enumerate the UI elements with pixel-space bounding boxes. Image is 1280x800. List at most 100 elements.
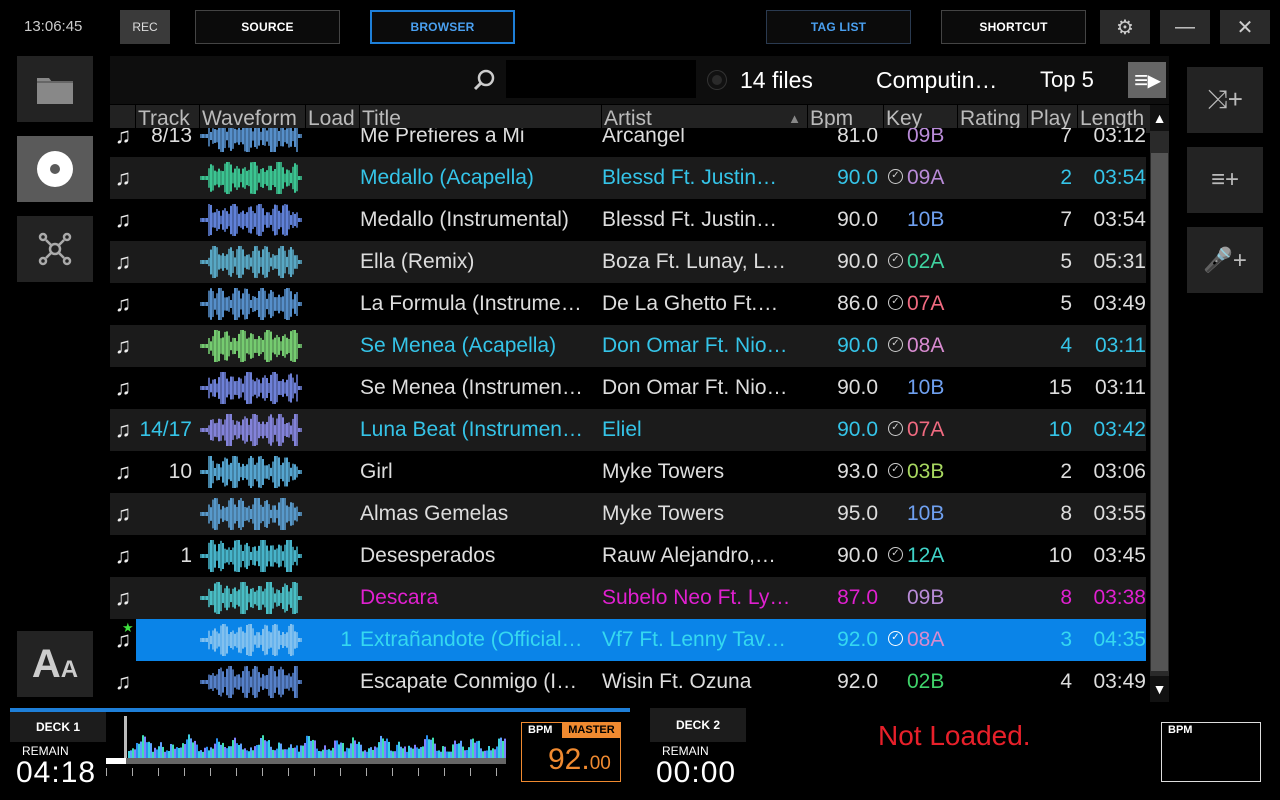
deck2-label[interactable]: DECK 2 [650,708,746,742]
shortcut-button[interactable]: SHORTCUT [941,10,1086,44]
track-length: 03:11 [1095,376,1146,399]
track-length: 03:49 [1093,292,1146,315]
browser-button[interactable]: BROWSER [370,10,515,44]
track-plays: 8 [1060,586,1072,609]
track-key: ✓ 08A [882,325,954,367]
track-plays: 7 [1060,208,1072,231]
waveform-thumbnail [200,623,302,657]
track-plays: 10 [1048,544,1072,567]
track-number [136,577,194,619]
waveform-thumbnail [200,245,302,279]
analyzed-check-icon: ✓ [888,169,903,185]
track-bpm: 95.0 [837,502,878,525]
track-rating [956,157,1026,199]
table-row[interactable]: ♫ Almas Gemelas Myke Towers 95.0 10B 8 03:55 [110,493,1146,535]
deck1-progress-bar[interactable] [106,758,506,764]
track-title: La Formula (Instrume… [360,292,582,315]
font-size-icon: AA [31,641,79,686]
search-icon[interactable] [472,68,496,92]
key-value: 02A [907,250,945,273]
track-length: 03:42 [1093,418,1146,441]
font-size-button[interactable]: AA [17,631,93,697]
track-key: 09B [882,577,954,619]
table-row[interactable]: ♫ Medallo (Acapella) Blessd Ft. Justin… 90.… [110,157,1146,199]
deck2-bpm-box: BPM [1161,722,1261,782]
track-artist: Boza Ft. Lunay, L… [602,250,787,273]
track-rating [956,493,1026,535]
track-rating [956,577,1026,619]
music-note-icon: ♫ [114,417,132,442]
load-indicator: 1 [340,628,352,651]
list-add-button[interactable]: ≡+ [1187,147,1263,213]
table-row[interactable]: ♫ La Formula (Instrume… De La Ghetto Ft.… 8… [110,283,1146,325]
track-number [136,325,194,367]
waveform-thumbnail [200,371,302,405]
track-plays: 7 [1060,128,1072,147]
table-row[interactable]: ♫ 10 Girl Myke Towers 93.0 ✓ 03B 2 03:06 [110,451,1146,493]
track-length: 03:54 [1093,208,1146,231]
record-dot-icon [708,71,726,89]
track-title: Desesperados [360,544,496,567]
track-bpm: 90.0 [837,376,878,399]
table-row[interactable]: ♫ 14/17 Luna Beat (Instrumen… Eliel 90.0 ✓ 07A… [110,409,1146,451]
track-title: Medallo (Instrumental) [360,208,569,231]
track-bpm: 93.0 [837,460,878,483]
close-button[interactable]: ✕ [1220,10,1270,44]
mic-add-button[interactable]: 🎤+ [1187,227,1263,293]
load-indicator [306,128,356,157]
waveform-thumbnail [200,329,302,363]
close-icon: ✕ [1236,16,1254,39]
settings-button[interactable]: ⚙ [1100,10,1150,44]
table-row[interactable]: ♫ Se Menea (Acapella) Don Omar Ft. Nio… 90.… [110,325,1146,367]
track-length: 03:06 [1093,460,1146,483]
table-row[interactable]: ♫ 8/13 Me Prefieres a Mi Arcangel 81.0 09B 7 03… [110,128,1146,157]
network-icon [38,232,72,266]
track-artist: De La Ghetto Ft.… [602,292,779,315]
search-input[interactable] [506,60,696,98]
key-value: 07A [907,418,945,441]
track-key: 02B [882,661,954,703]
minimize-button[interactable]: — [1160,10,1210,44]
folder-button[interactable] [17,56,93,122]
track-number: 10 [168,460,192,483]
track-bpm: 90.0 [837,334,878,357]
analyzed-check-icon: ✓ [888,337,903,353]
network-button[interactable] [17,216,93,282]
scroll-up-arrow-icon[interactable]: ▲ [1150,105,1169,131]
track-key: ✓ 09A [882,157,954,199]
track-artist: Myke Towers [602,502,725,525]
table-row[interactable]: ♫ Escapate Conmigo (I… Wisin Ft. Ozuna 92.0… [110,661,1146,703]
master-badge[interactable]: MASTER [562,723,621,738]
table-row[interactable]: ♫ 1 Extrañandote (Official… Vf7 Ft. Lenny T… [110,619,1146,661]
analyzed-check-icon: ✓ [888,421,903,437]
column-menu-button[interactable]: ≡▸ [1128,62,1166,98]
collection-button[interactable] [17,136,93,202]
table-row[interactable]: ♫ Descara Subelo Neo Ft. Ly… 87.0 09B 8 03:38 [110,577,1146,619]
scrollbar[interactable]: ▲ ▼ [1150,105,1169,702]
track-number [136,661,194,703]
analyzed-check-icon: ✓ [888,253,903,269]
track-rating [956,409,1026,451]
track-number [136,199,194,241]
table-row[interactable]: ♫ Medallo (Instrumental) Blessd Ft. Justin… [110,199,1146,241]
scroll-thumb[interactable] [1151,153,1168,671]
track-key: 10B [882,199,954,241]
star-icon: ★ [122,620,134,635]
track-rating [956,325,1026,367]
track-rating [956,199,1026,241]
table-row[interactable]: ♫ Se Menea (Instrumen… Don Omar Ft. Nio… 90… [110,367,1146,409]
top-filter[interactable]: Top 5 [1040,67,1094,93]
scroll-down-arrow-icon[interactable]: ▼ [1150,676,1169,702]
waveform-thumbnail [200,203,302,237]
track-plays: 5 [1060,292,1072,315]
table-row[interactable]: ♫ 1 Desesperados Rauw Alejandro,… 90.0 ✓ 12A 10… [110,535,1146,577]
deck1-label[interactable]: DECK 1 [10,712,106,742]
rec-button[interactable]: REC [120,10,170,44]
track-length: 04:35 [1093,628,1146,651]
table-row[interactable]: ♫ Ella (Remix) Boza Ft. Lunay, L… 90.0 ✓ 02A 5… [110,241,1146,283]
tag-list-button[interactable]: TAG LIST [766,10,911,44]
shuffle-add-button[interactable]: ⤨+ [1187,67,1263,133]
load-indicator [306,199,356,241]
source-button[interactable]: SOURCE [195,10,340,44]
track-length: 03:54 [1093,166,1146,189]
